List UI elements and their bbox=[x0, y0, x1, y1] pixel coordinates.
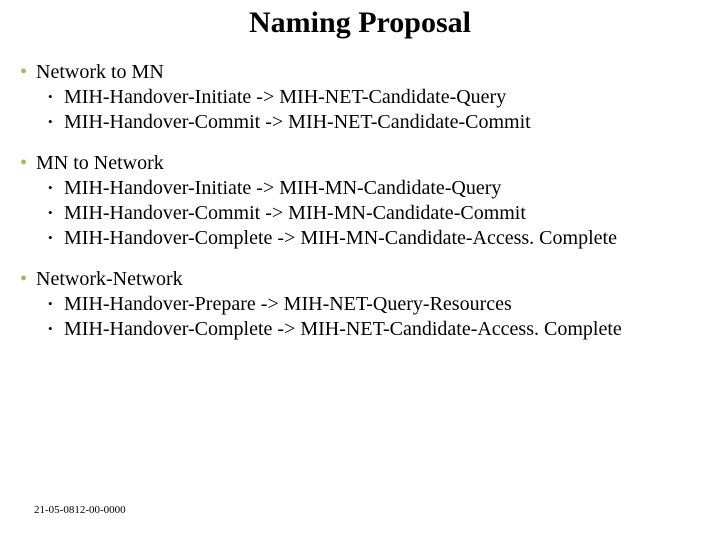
section-network-to-mn: • Network to MN • MIH-Handover-Initiate … bbox=[20, 60, 700, 135]
bullet-icon: • bbox=[48, 176, 64, 201]
body-content: • Network to MN • MIH-Handover-Initiate … bbox=[20, 60, 700, 358]
list-item-text: MIH-Handover-Commit -> MIH-NET-Candidate… bbox=[64, 110, 700, 135]
bullet-icon: • bbox=[48, 292, 64, 317]
list-item: • MIH-Handover-Initiate -> MIH-MN-Candid… bbox=[48, 176, 700, 201]
list-item: • MIH-Handover-Commit -> MIH-MN-Candidat… bbox=[48, 201, 700, 226]
list-item-text: MIH-Handover-Prepare -> MIH-NET-Query-Re… bbox=[64, 292, 700, 317]
list-item: • MIH-Handover-Initiate -> MIH-NET-Candi… bbox=[48, 85, 700, 110]
bullet-icon: • bbox=[48, 226, 64, 251]
bullet-icon: • bbox=[48, 201, 64, 226]
bullet-icon: • bbox=[20, 267, 36, 292]
bullet-icon: • bbox=[48, 110, 64, 135]
list-item: • MIH-Handover-Complete -> MIH-MN-Candid… bbox=[48, 226, 700, 251]
bullet-icon: • bbox=[20, 60, 36, 85]
list-item-text: MIH-Handover-Complete -> MIH-NET-Candida… bbox=[64, 317, 700, 342]
sub-list: • MIH-Handover-Prepare -> MIH-NET-Query-… bbox=[20, 292, 700, 342]
list-item-text: MIH-Handover-Commit -> MIH-MN-Candidate-… bbox=[64, 201, 700, 226]
list-item: • MIH-Handover-Prepare -> MIH-NET-Query-… bbox=[48, 292, 700, 317]
section-network-network: • Network-Network • MIH-Handover-Prepare… bbox=[20, 267, 700, 342]
slide: Naming Proposal • Network to MN • MIH-Ha… bbox=[0, 0, 720, 540]
list-item: • Network to MN bbox=[20, 60, 700, 85]
bullet-icon: • bbox=[48, 85, 64, 110]
list-item-text: MIH-Handover-Complete -> MIH-MN-Candidat… bbox=[64, 226, 700, 251]
sub-list: • MIH-Handover-Initiate -> MIH-NET-Candi… bbox=[20, 85, 700, 135]
list-item: • MN to Network bbox=[20, 151, 700, 176]
sub-list: • MIH-Handover-Initiate -> MIH-MN-Candid… bbox=[20, 176, 700, 251]
list-item: • MIH-Handover-Commit -> MIH-NET-Candida… bbox=[48, 110, 700, 135]
slide-footer: 21-05-0812-00-0000 bbox=[34, 504, 126, 516]
section-mn-to-network: • MN to Network • MIH-Handover-Initiate … bbox=[20, 151, 700, 251]
list-item: • MIH-Handover-Complete -> MIH-NET-Candi… bbox=[48, 317, 700, 342]
list-item: • Network-Network bbox=[20, 267, 700, 292]
bullet-icon: • bbox=[20, 151, 36, 176]
page-title: Naming Proposal bbox=[0, 6, 720, 40]
section-heading: MN to Network bbox=[36, 151, 700, 176]
bullet-icon: • bbox=[48, 317, 64, 342]
list-item-text: MIH-Handover-Initiate -> MIH-MN-Candidat… bbox=[64, 176, 700, 201]
list-item-text: MIH-Handover-Initiate -> MIH-NET-Candida… bbox=[64, 85, 700, 110]
section-heading: Network to MN bbox=[36, 60, 700, 85]
section-heading: Network-Network bbox=[36, 267, 700, 292]
